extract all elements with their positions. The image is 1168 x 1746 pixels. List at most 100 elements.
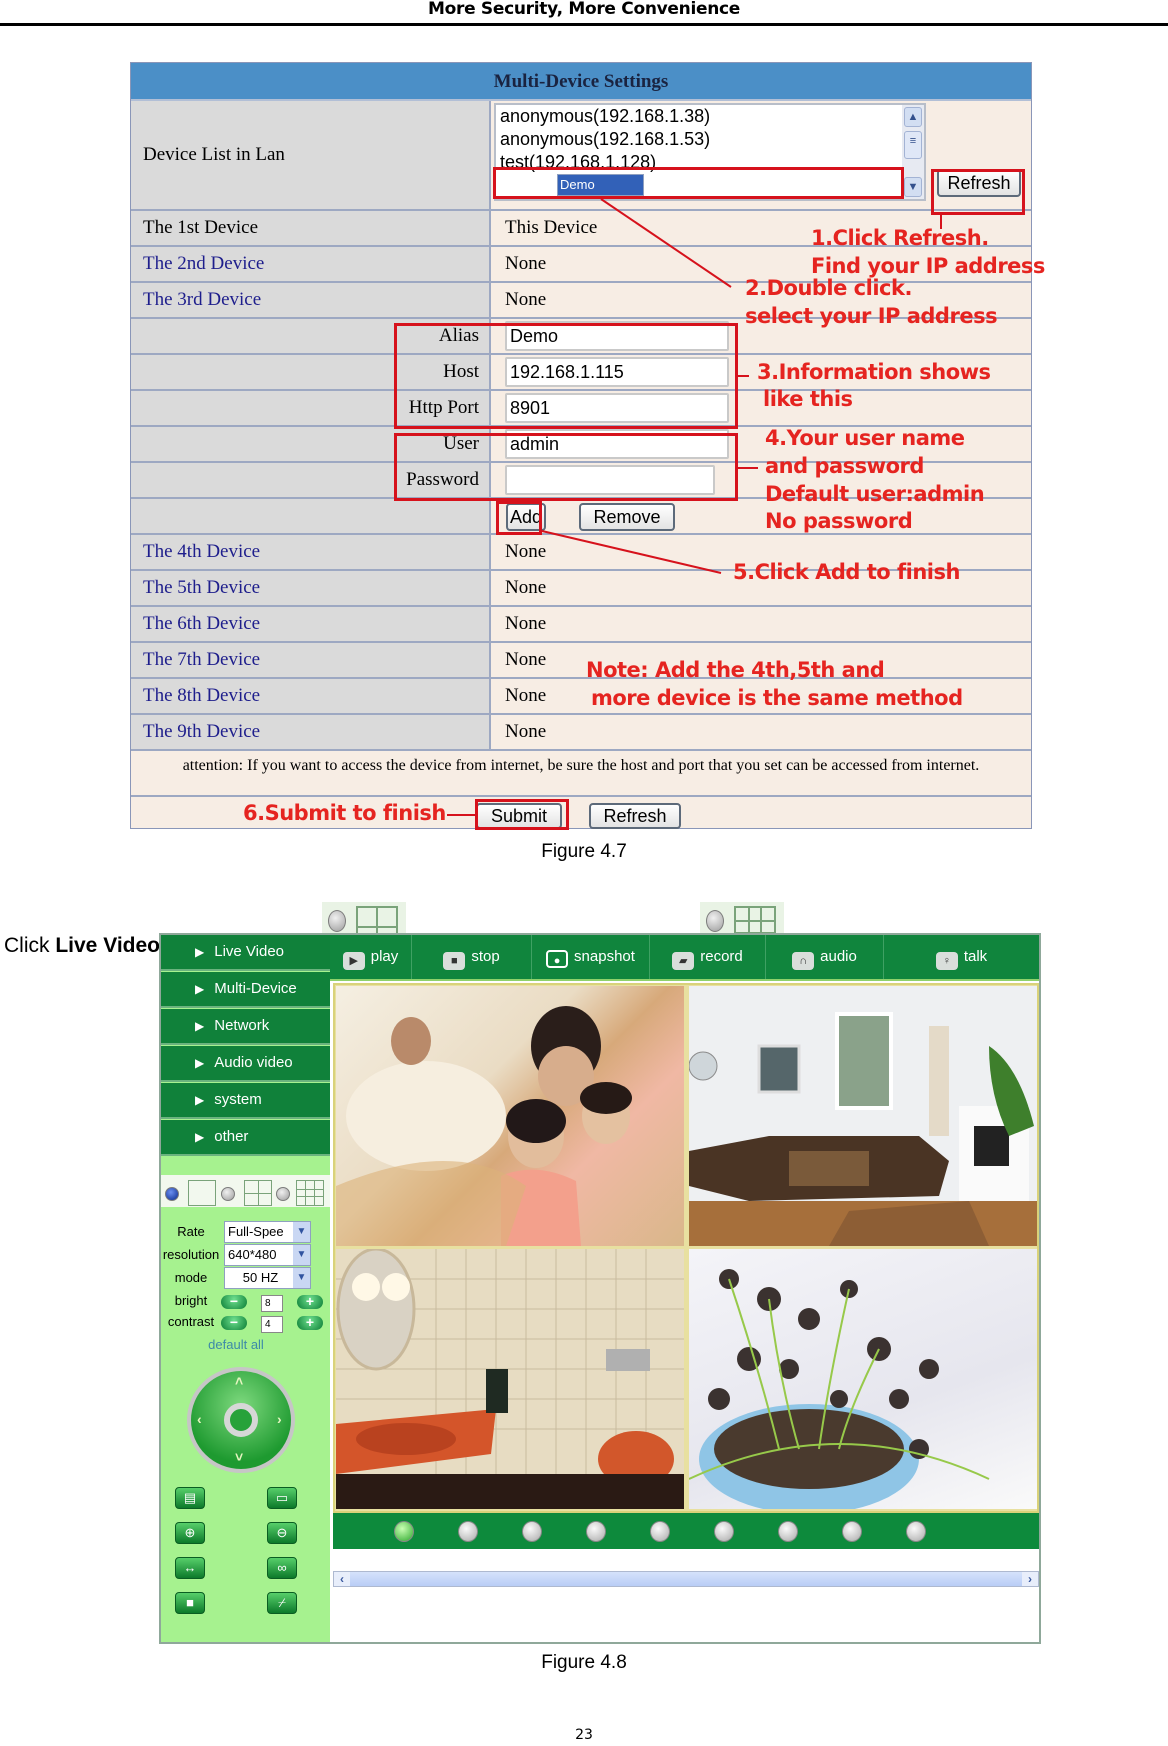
channel-dot-6[interactable] <box>714 1521 734 1542</box>
horizontal-patrol-button[interactable]: ↔ <box>175 1557 205 1579</box>
alias-input[interactable]: Demo <box>505 321 729 351</box>
video-channel-1[interactable] <box>336 986 684 1246</box>
contrast-decrease-button[interactable]: − <box>221 1315 247 1330</box>
play-button[interactable]: ▶ play <box>330 935 412 979</box>
channel-dot-8[interactable] <box>842 1521 862 1542</box>
password-input[interactable] <box>505 465 715 495</box>
resolution-label: resolution <box>162 1247 220 1262</box>
scrollbar[interactable]: ▲ ≡ ▼ <box>902 105 924 199</box>
host-label: Host <box>131 355 491 389</box>
channel-dot-9[interactable] <box>906 1521 926 1542</box>
device-list-item[interactable]: test(192.168.1.128) <box>500 151 924 174</box>
nav-network[interactable]: ▶ Network <box>161 1009 330 1045</box>
stop-patrol-button[interactable]: ■ <box>175 1592 205 1614</box>
resolution-select[interactable]: 640*480 ▼ <box>224 1244 311 1266</box>
stop-icon: ■ <box>443 952 466 970</box>
io-switch-button[interactable]: ⌿ <box>267 1592 297 1614</box>
mode-select[interactable]: 50 HZ ▼ <box>224 1267 311 1289</box>
horizontal-scrollbar[interactable]: ‹ › <box>333 1571 1039 1587</box>
device-label[interactable]: The 5th Device <box>131 571 491 605</box>
radio-four-view[interactable] <box>221 1187 235 1201</box>
scroll-up-icon[interactable]: ▲ <box>904 107 922 127</box>
video-channel-3[interactable] <box>336 1249 684 1509</box>
scroll-thumb[interactable]: ≡ <box>904 131 922 159</box>
user-input[interactable]: admin <box>505 429 729 459</box>
device-label[interactable]: The 8th Device <box>131 679 491 713</box>
chevron-down-icon: ▼ <box>293 1245 310 1265</box>
channel-dot-2[interactable] <box>458 1521 478 1542</box>
device-label[interactable]: The 3rd Device <box>131 283 491 317</box>
video-channel-4[interactable] <box>689 1249 1037 1509</box>
bright-decrease-button[interactable]: − <box>221 1294 247 1309</box>
scroll-down-icon[interactable]: ▼ <box>904 177 922 197</box>
radio-nine-view[interactable] <box>276 1187 290 1201</box>
device-label[interactable]: The 4th Device <box>131 535 491 569</box>
flip-horizontal-button[interactable]: ▭ <box>267 1487 297 1509</box>
chevron-down-icon: ▼ <box>293 1222 310 1242</box>
device-label[interactable]: The 2nd Device <box>131 247 491 281</box>
nav-live-video[interactable]: ▶ Live Video <box>161 935 330 971</box>
pan-up-icon[interactable]: ˄ <box>235 1373 243 1389</box>
nav-other[interactable]: ▶ other <box>161 1120 330 1156</box>
talk-button[interactable]: ♀ talk <box>884 935 1039 979</box>
pan-left-icon[interactable]: ‹ <box>197 1411 202 1427</box>
device-label[interactable]: The 6th Device <box>131 607 491 641</box>
channel-dot-4[interactable] <box>586 1521 606 1542</box>
refresh-bottom-button[interactable]: Refresh <box>589 803 681 829</box>
bright-value[interactable]: 8 <box>261 1295 283 1312</box>
default-all-link[interactable]: default all <box>161 1337 311 1352</box>
device-label[interactable]: The 7th Device <box>131 643 491 677</box>
contrast-value[interactable]: 4 <box>261 1316 283 1333</box>
video-channel-2[interactable] <box>689 986 1037 1246</box>
pan-right-icon[interactable]: › <box>277 1411 282 1427</box>
device-label[interactable]: The 9th Device <box>131 715 491 749</box>
bright-increase-button[interactable]: + <box>297 1294 323 1309</box>
nav-audio-video[interactable]: ▶ Audio video <box>161 1046 330 1082</box>
channel-dot-7[interactable] <box>778 1521 798 1542</box>
zoom-out-button[interactable]: ⊖ <box>267 1522 297 1544</box>
view-layout-selector <box>161 1169 330 1207</box>
refresh-button[interactable]: Refresh <box>937 169 1021 197</box>
annotation-step5: 5.Click Add to finish <box>733 560 960 584</box>
rate-label: Rate <box>177 1224 205 1239</box>
channel-dot-1[interactable] <box>394 1521 414 1542</box>
plant-scene-image <box>689 1269 990 1509</box>
nav-multi-device[interactable]: ▶ Multi-Device <box>161 972 330 1008</box>
radio-single-view[interactable] <box>165 1187 179 1201</box>
audio-button[interactable]: ∩ audio <box>766 935 884 979</box>
device-list-item[interactable]: anonymous(192.168.1.38) <box>500 105 924 128</box>
flip-vertical-button[interactable]: ▤ <box>175 1487 205 1509</box>
channel-dot-5[interactable] <box>650 1521 670 1542</box>
contrast-increase-button[interactable]: + <box>297 1315 323 1330</box>
snapshot-button[interactable]: ● snapshot <box>532 935 650 979</box>
stop-button[interactable]: ■ stop <box>412 935 532 979</box>
ptz-center-icon[interactable] <box>224 1403 258 1437</box>
multi-device-settings-figure: Multi-Device Settings Device List in Lan… <box>130 62 1045 830</box>
device-row: The 7th Device None <box>131 643 1031 679</box>
remove-button[interactable]: Remove <box>579 503 675 531</box>
submit-button[interactable]: Submit <box>476 803 562 829</box>
nav-system[interactable]: ▶ system <box>161 1083 330 1119</box>
device-list-item[interactable]: anonymous(192.168.1.53) <box>500 128 924 151</box>
scroll-left-icon[interactable]: ‹ <box>334 1572 350 1586</box>
toolbar-label: stop <box>471 948 500 965</box>
add-button[interactable]: Add <box>506 503 546 531</box>
port-input[interactable]: 8901 <box>505 393 729 423</box>
device-list-box[interactable]: anonymous(192.168.1.38) anonymous(192.16… <box>494 103 926 201</box>
rate-select[interactable]: Full-Spee ▼ <box>224 1221 311 1243</box>
host-input[interactable]: 192.168.1.115 <box>505 357 729 387</box>
annotation-step4c: Default user:admin <box>765 482 985 506</box>
triangle-right-icon: ▶ <box>195 1019 205 1033</box>
record-button[interactable]: ▰ record <box>650 935 766 979</box>
patrol-loop-button[interactable]: ∞ <box>267 1557 297 1579</box>
scroll-right-icon[interactable]: › <box>1022 1572 1038 1586</box>
zoom-in-button[interactable]: ⊕ <box>175 1522 205 1544</box>
channel-dot-3[interactable] <box>522 1521 542 1542</box>
device-value: None <box>505 721 547 742</box>
annotation-step6: 6.Submit to finish <box>243 801 446 825</box>
device-list-item-selected[interactable]: Demo (192.168.1.115) <box>557 174 651 199</box>
chevron-down-icon: ▼ <box>293 1268 310 1288</box>
headphones-icon: ∩ <box>792 952 815 970</box>
pan-down-icon[interactable]: ˅ <box>235 1449 243 1465</box>
ptz-control-pad[interactable]: ˄ ˅ ‹ › <box>187 1367 295 1473</box>
